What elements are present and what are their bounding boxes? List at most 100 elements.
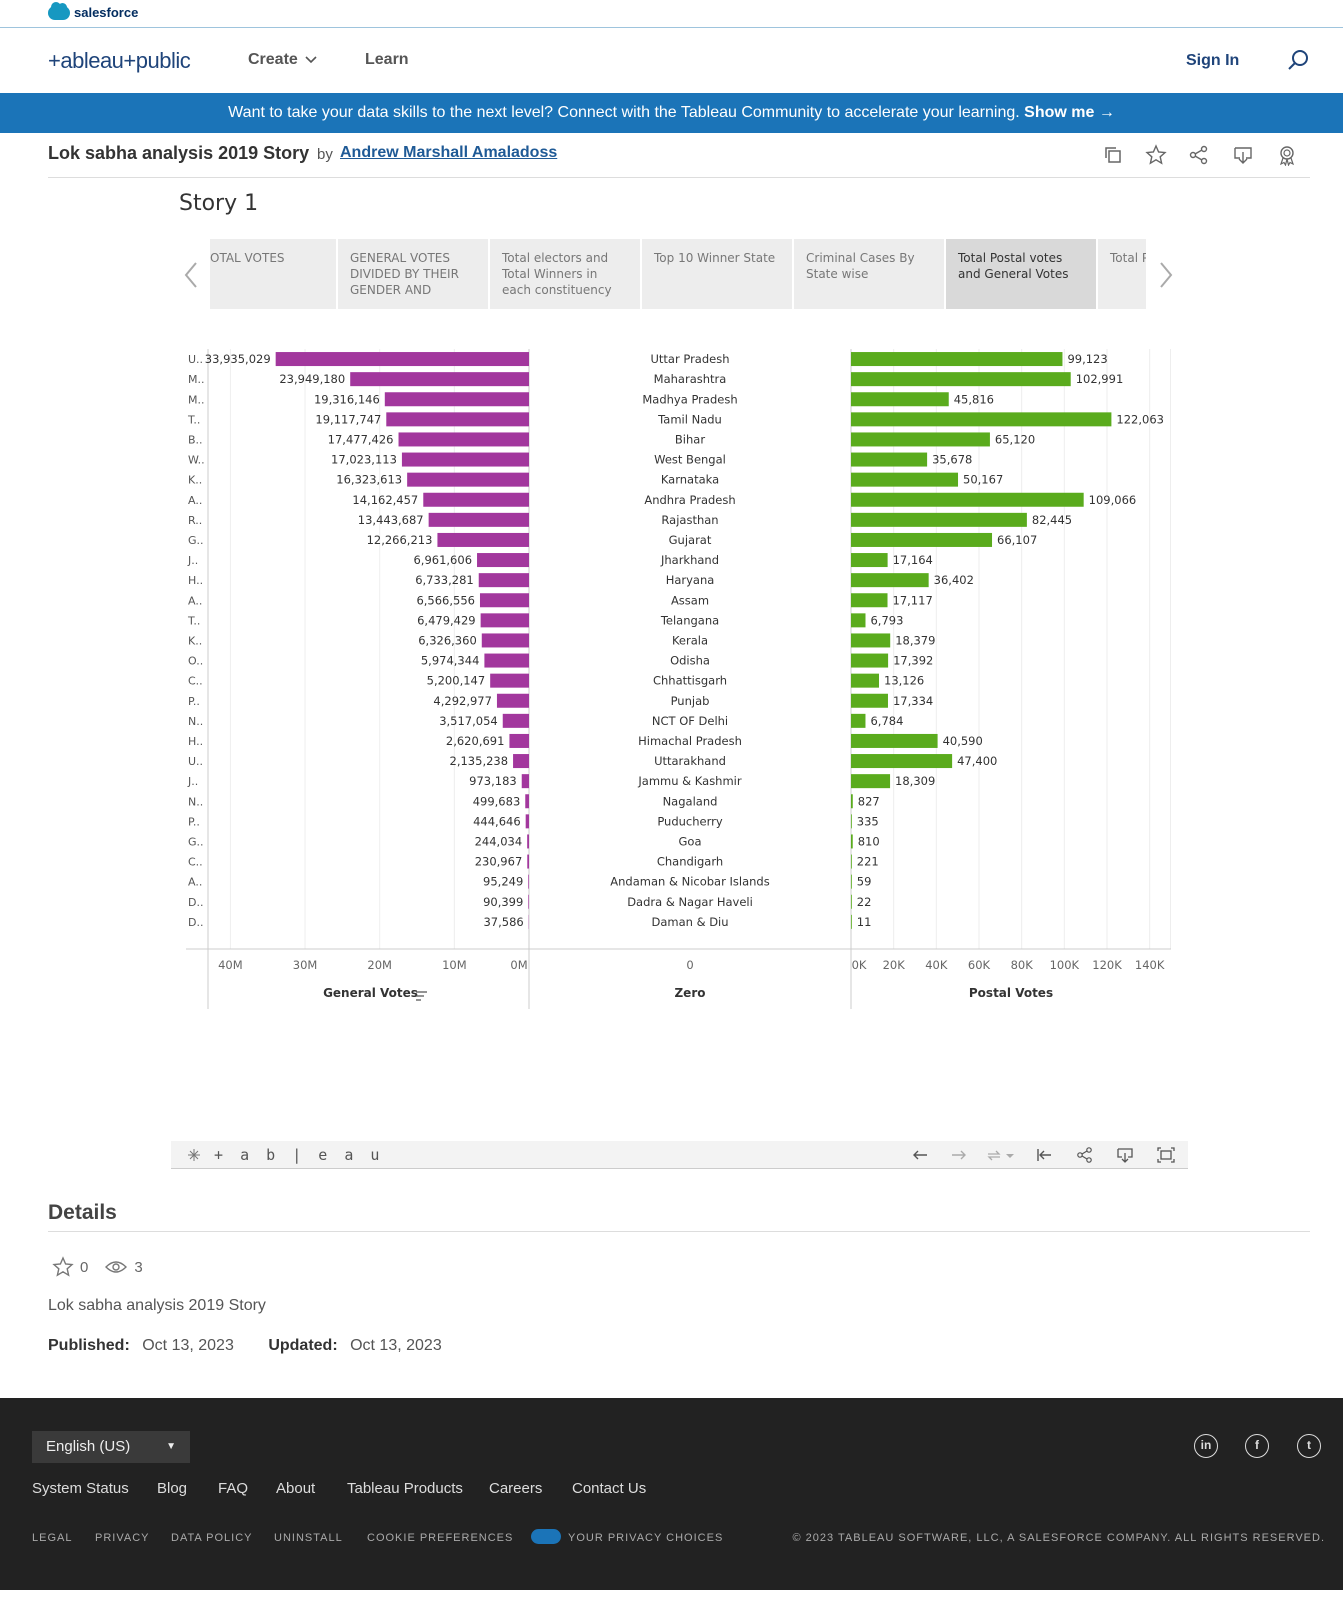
state-abbrev-label: K.. bbox=[188, 634, 202, 647]
story-prev-arrow-icon[interactable] bbox=[180, 259, 204, 291]
share-viz-icon[interactable] bbox=[1076, 1146, 1094, 1164]
nav-create[interactable]: Create bbox=[248, 51, 317, 69]
sign-in-link[interactable]: Sign In bbox=[1186, 52, 1239, 70]
state-abbrev-label: P.. bbox=[188, 695, 200, 708]
share-icon[interactable] bbox=[1188, 144, 1210, 166]
story-point-3[interactable]: Top 10 Winner State bbox=[642, 239, 794, 309]
state-abbrev-label: J.. bbox=[187, 554, 198, 567]
favorite-star-icon[interactable] bbox=[1145, 144, 1167, 166]
badge-icon[interactable] bbox=[1276, 144, 1298, 166]
postal-axis-tick: 20K bbox=[883, 958, 906, 972]
general-votes-label: 14,162,457 bbox=[352, 493, 418, 507]
postal-votes-bar bbox=[851, 412, 1112, 427]
copyright: © 2023 TABLEAU SOFTWARE, LLC, A SALESFOR… bbox=[792, 1532, 1325, 1544]
postal-votes-label: 50,167 bbox=[963, 473, 1003, 487]
postal-votes-label: 45,816 bbox=[954, 392, 994, 406]
general-votes-label: 5,200,147 bbox=[427, 674, 486, 688]
general-axis-title: General Votes bbox=[323, 986, 418, 1000]
general-votes-bar bbox=[527, 854, 529, 869]
nav-learn[interactable]: Learn bbox=[365, 51, 409, 69]
story-point-0[interactable]: OTAL VOTES bbox=[210, 239, 338, 309]
story-point-1[interactable]: GENERAL VOTES DIVIDED BY THEIR GENDER AN… bbox=[338, 239, 490, 309]
favorites-count: 0 bbox=[80, 1258, 89, 1276]
state-abbrev-label: G.. bbox=[188, 835, 204, 848]
footer-link-tableau-products[interactable]: Tableau Products bbox=[347, 1480, 463, 1497]
privacy-choices-link[interactable]: YOUR PRIVACY CHOICES bbox=[568, 1532, 723, 1544]
postal-votes-bar bbox=[851, 673, 880, 688]
published-label: Published: bbox=[48, 1337, 130, 1354]
story-point-5[interactable]: Total Postal votes and General Votes bbox=[946, 239, 1098, 309]
footer-link-careers[interactable]: Careers bbox=[489, 1480, 542, 1497]
story-point-6[interactable]: Total P each P bbox=[1098, 239, 1146, 309]
general-votes-label: 19,117,747 bbox=[315, 412, 381, 426]
postal-votes-label: 40,590 bbox=[943, 734, 983, 748]
facebook-icon[interactable]: f bbox=[1245, 1434, 1269, 1458]
salesforce-logo[interactable]: salesforce bbox=[48, 1, 138, 20]
download-viz-icon[interactable] bbox=[1116, 1146, 1134, 1164]
general-votes-label: 3,517,054 bbox=[439, 714, 498, 728]
tableau-public-logo[interactable]: +ableau+public bbox=[48, 48, 191, 74]
viz-description: Lok sabha analysis 2019 Story bbox=[48, 1297, 266, 1314]
state-abbrev-label: G.. bbox=[188, 534, 204, 547]
story-point-2[interactable]: Total electors and Total Winners in each… bbox=[490, 239, 642, 309]
language-select[interactable]: English (US) ▼ bbox=[32, 1431, 190, 1463]
legal-link[interactable]: LEGAL bbox=[32, 1532, 72, 1544]
footer-link-faq[interactable]: FAQ bbox=[218, 1480, 248, 1497]
copy-icon[interactable] bbox=[1102, 144, 1124, 166]
state-name-label: Karnataka bbox=[661, 473, 719, 487]
general-votes-label: 2,620,691 bbox=[446, 734, 505, 748]
data-policy-link[interactable]: DATA POLICY bbox=[171, 1532, 253, 1544]
by-label: by bbox=[317, 146, 333, 163]
uninstall-link[interactable]: UNINSTALL bbox=[274, 1532, 343, 1544]
download-icon[interactable] bbox=[1232, 144, 1254, 166]
story-point-4[interactable]: Criminal Cases By State wise bbox=[794, 239, 946, 309]
zero-axis-title: Zero bbox=[674, 986, 705, 1000]
postal-axis-tick: 40K bbox=[925, 958, 948, 972]
revert-icon[interactable] bbox=[985, 1146, 1003, 1164]
votes-chart: U.. 33,935,029 Uttar Pradesh 99,123 M.. 23,94… bbox=[186, 338, 1172, 1009]
favorite-star-icon[interactable] bbox=[52, 1256, 74, 1278]
state-abbrev-label: T.. bbox=[187, 413, 200, 426]
footer-link-system-status[interactable]: System Status bbox=[32, 1480, 129, 1497]
privacy-choices-toggle-icon[interactable] bbox=[531, 1529, 561, 1544]
state-name-label: West Bengal bbox=[654, 453, 726, 467]
postal-votes-bar bbox=[851, 713, 866, 728]
general-votes-bar bbox=[428, 512, 529, 527]
redo-arrow-icon[interactable] bbox=[950, 1146, 968, 1164]
postal-votes-label: 17,392 bbox=[893, 654, 933, 668]
fullscreen-icon[interactable] bbox=[1157, 1146, 1175, 1164]
postal-votes-bar bbox=[851, 452, 928, 467]
cookie-preferences-link[interactable]: COOKIE PREFERENCES bbox=[367, 1532, 513, 1544]
twitter-icon[interactable]: t bbox=[1297, 1434, 1321, 1458]
state-abbrev-label: J.. bbox=[187, 775, 198, 788]
footer-link-blog[interactable]: Blog bbox=[157, 1480, 187, 1497]
author-link[interactable]: Andrew Marshall Amaladoss bbox=[340, 144, 557, 162]
general-votes-label: 444,646 bbox=[473, 814, 521, 828]
state-name-label: Goa bbox=[679, 834, 702, 848]
banner-show-me-link[interactable]: Show me → bbox=[1024, 104, 1115, 121]
story-next-arrow-icon[interactable] bbox=[1153, 259, 1177, 291]
postal-votes-label: 13,126 bbox=[884, 674, 924, 688]
state-abbrev-label: T.. bbox=[187, 614, 200, 627]
reset-to-start-icon[interactable] bbox=[1035, 1146, 1053, 1164]
general-votes-bar bbox=[275, 352, 529, 367]
general-votes-label: 499,683 bbox=[473, 794, 521, 808]
revert-dropdown-icon[interactable] bbox=[1004, 1146, 1016, 1164]
postal-votes-label: 47,400 bbox=[957, 754, 997, 768]
tableau-brand[interactable]: + a b | e a u bbox=[187, 1146, 383, 1164]
postal-votes-label: 221 bbox=[857, 855, 879, 869]
state-name-label: Gujarat bbox=[669, 533, 712, 547]
general-votes-bar bbox=[386, 412, 529, 427]
postal-votes-label: 17,164 bbox=[893, 553, 933, 567]
general-votes-label: 6,961,606 bbox=[413, 553, 472, 567]
state-name-label: Uttar Pradesh bbox=[650, 352, 729, 366]
postal-votes-label: 22 bbox=[857, 895, 872, 909]
footer-link-about[interactable]: About bbox=[276, 1480, 315, 1497]
footer-link-contact-us[interactable]: Contact Us bbox=[572, 1480, 646, 1497]
undo-arrow-icon[interactable] bbox=[911, 1146, 929, 1164]
privacy-link[interactable]: PRIVACY bbox=[95, 1532, 149, 1544]
linkedin-icon[interactable]: in bbox=[1194, 1434, 1218, 1458]
search-icon[interactable] bbox=[1287, 49, 1309, 71]
tableau-viz-toolbar: + a b | e a u bbox=[171, 1141, 1188, 1169]
story-title: Story 1 bbox=[179, 191, 259, 216]
